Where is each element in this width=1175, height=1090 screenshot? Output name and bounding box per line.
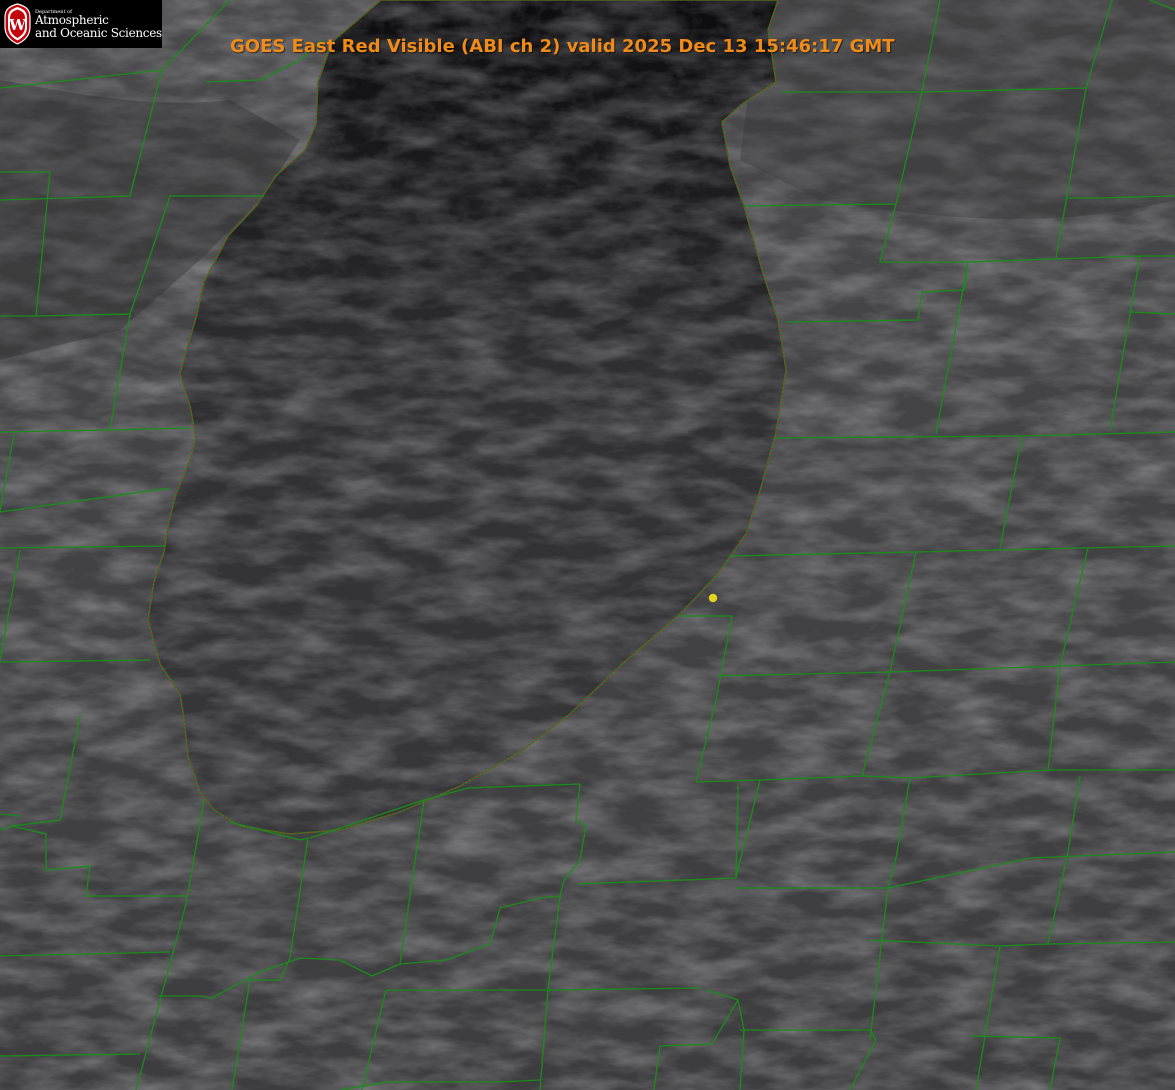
svg-text:W: W <box>8 16 27 34</box>
image-title: GOES East Red Visible (ABI ch 2) valid 2… <box>230 36 895 57</box>
uw-crest-icon: W <box>4 3 31 45</box>
logo-atmospheric: Atmospheric <box>35 13 109 27</box>
satellite-viewer: W Department of Atmospheric and Oceanic … <box>0 0 1175 1090</box>
aos-logo: W Department of Atmospheric and Oceanic … <box>0 0 162 48</box>
satellite-image <box>0 0 1175 1090</box>
logo-oceanic-sciences: and Oceanic Sciences <box>35 26 162 40</box>
location-marker <box>708 593 718 603</box>
